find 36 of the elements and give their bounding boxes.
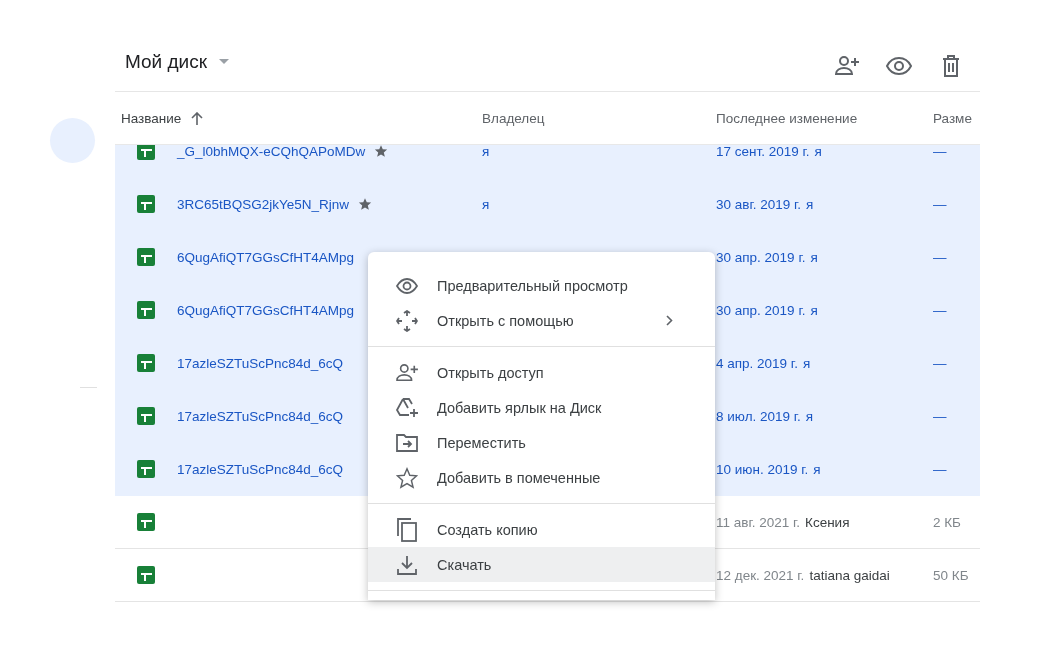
file-name: 17azleSZTuScPnc84d_6cQ (177, 461, 344, 477)
file-name: 6QugAfiQT7GGsCfHT4AMpg (177, 302, 355, 318)
modified-by: Ксения (805, 514, 850, 530)
file-size: 50 КБ (933, 567, 969, 583)
modified-date: 30 апр. 2019 г. (716, 249, 806, 265)
modified-date: 12 дек. 2021 г. (716, 567, 805, 583)
file-size: 2 КБ (933, 514, 961, 530)
modified-by: я (814, 145, 822, 159)
file-name: 17azleSZTuScPnc84d_6cQ (177, 355, 344, 371)
modified-date: 17 сент. 2019 г. (716, 145, 810, 159)
file-name: _G_l0bhMQX-eCQhQAPoMDw (177, 145, 366, 159)
modified-date: 4 апр. 2019 г. (716, 355, 798, 371)
modified-date: 10 июн. 2019 г. (716, 461, 809, 477)
modified-by: я (810, 249, 818, 265)
modified-date: 30 апр. 2019 г. (716, 302, 806, 318)
owner-text: я (482, 145, 490, 159)
modified-by: я (813, 461, 821, 477)
modified-date: 30 авг. 2019 г. (716, 196, 802, 212)
file-name: 3RC65tBQSG2jkYe5N_Rjnw (177, 196, 350, 212)
file-size: — (933, 249, 947, 265)
file-name: 17azleSZTuScPnc84d_6cQ (177, 408, 344, 424)
file-size: — (933, 145, 947, 159)
modified-date: 8 июл. 2019 г. (716, 408, 801, 424)
file-size: — (933, 196, 947, 212)
owner-text: я (482, 196, 490, 212)
modified-date: 11 авг. 2021 г. (716, 514, 801, 530)
file-size: — (933, 302, 947, 318)
file-size: — (933, 408, 947, 424)
file-size: — (933, 461, 947, 477)
modified-by: я (802, 355, 811, 371)
file-name: 6QugAfiQT7GGsCfHT4AMpg (177, 249, 355, 265)
modified-by: я (810, 302, 818, 318)
modified-by: tatiana gaidai (809, 567, 890, 583)
modified-by: я (806, 196, 814, 212)
modified-by: я (805, 408, 814, 424)
file-size: — (933, 355, 947, 371)
